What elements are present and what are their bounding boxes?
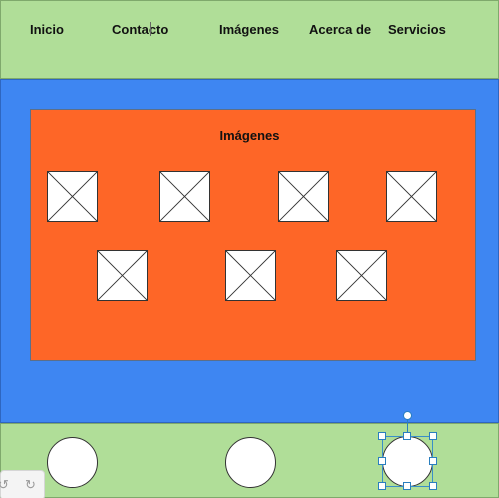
- resize-handle-bottom-right[interactable]: [429, 482, 437, 490]
- gallery-panel[interactable]: [30, 109, 476, 361]
- image-placeholder[interactable]: [278, 171, 329, 222]
- nav-contacto[interactable]: Contacto: [112, 22, 168, 37]
- image-placeholder-icon: [48, 172, 97, 221]
- image-placeholder-icon: [160, 172, 209, 221]
- resize-handle-top-left[interactable]: [378, 432, 386, 440]
- image-placeholder[interactable]: [47, 171, 98, 222]
- text-cursor: [150, 22, 151, 36]
- image-placeholder[interactable]: [225, 250, 276, 301]
- resize-handle-bottom-left[interactable]: [378, 482, 386, 490]
- footer-circle[interactable]: [47, 437, 98, 488]
- nav-imagenes[interactable]: Imágenes: [219, 22, 279, 37]
- nav-servicios[interactable]: Servicios: [388, 22, 446, 37]
- resize-handle-right[interactable]: [429, 457, 437, 465]
- resize-handle-left[interactable]: [378, 457, 386, 465]
- image-placeholder-icon: [98, 251, 147, 300]
- nav-acerca-de[interactable]: Acerca de: [309, 22, 371, 37]
- image-placeholder-icon: [337, 251, 386, 300]
- resize-handle-top-right[interactable]: [429, 432, 437, 440]
- image-placeholder[interactable]: [386, 171, 437, 222]
- image-placeholder-icon: [226, 251, 275, 300]
- image-placeholder[interactable]: [97, 250, 148, 301]
- image-placeholder-icon: [387, 172, 436, 221]
- nav-inicio[interactable]: Inicio: [30, 22, 64, 37]
- undo-icon[interactable]: ↺: [0, 477, 9, 493]
- selection-box: [382, 436, 433, 487]
- image-placeholder-icon: [279, 172, 328, 221]
- image-placeholder[interactable]: [336, 250, 387, 301]
- image-placeholder[interactable]: [159, 171, 210, 222]
- footer-circle[interactable]: [225, 437, 276, 488]
- gallery-title: Imágenes: [219, 128, 280, 143]
- rotate-handle[interactable]: [403, 411, 412, 420]
- undo-redo-toolbar: ↺ ↻: [0, 470, 45, 498]
- resize-handle-top[interactable]: [403, 432, 411, 440]
- header-bar: [0, 0, 499, 79]
- resize-handle-bottom[interactable]: [403, 482, 411, 490]
- redo-icon[interactable]: ↻: [25, 477, 36, 493]
